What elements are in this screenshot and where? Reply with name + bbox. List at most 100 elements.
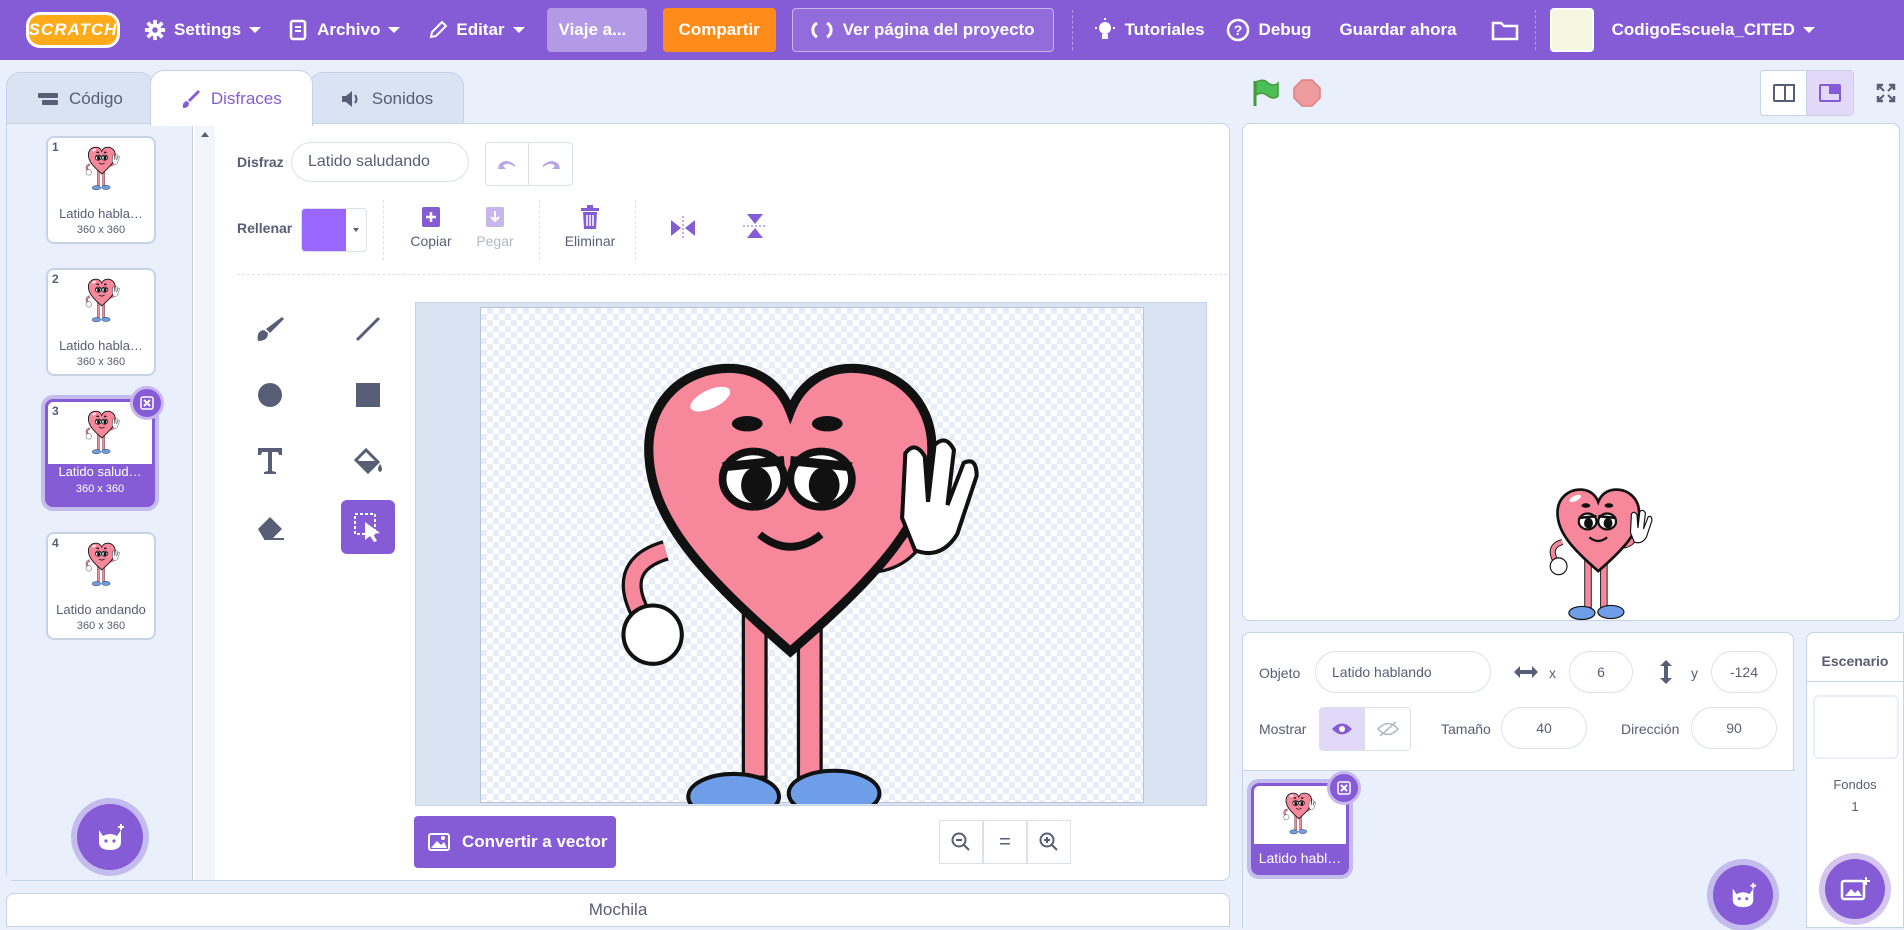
costume-thumbnail	[83, 542, 123, 588]
add-sprite-button[interactable]	[1713, 865, 1773, 925]
direction-input[interactable]: 90	[1691, 707, 1777, 749]
costume-list-scrollbar[interactable]	[195, 124, 215, 880]
undo-icon	[498, 161, 515, 169]
fill-tool[interactable]	[341, 434, 395, 488]
stop-button[interactable]	[1292, 78, 1322, 113]
add-costume-button[interactable]	[77, 804, 143, 870]
settings-menu[interactable]: Settings	[130, 0, 275, 60]
convert-to-vector-button[interactable]: Convertir a vector	[414, 816, 616, 868]
x-input[interactable]: 6	[1569, 651, 1633, 693]
chevron-down-icon	[512, 27, 525, 33]
rectangle-tool[interactable]	[341, 368, 395, 422]
copy-label: Copiar	[410, 233, 452, 249]
menu-divider	[1071, 10, 1073, 50]
stage-target-pane[interactable]: Escenario Fondos 1	[1806, 632, 1904, 928]
tutorials-button[interactable]: Tutoriales	[1083, 0, 1215, 60]
costume-number: 2	[52, 272, 59, 286]
delete-sprite-button[interactable]	[1327, 771, 1361, 805]
see-project-page-button[interactable]: Ver página del proyecto	[791, 8, 1054, 52]
stage[interactable]	[1242, 123, 1900, 621]
text-icon	[258, 448, 282, 474]
costume-item[interactable]: 4 Latido andando 360 x 360	[46, 532, 156, 640]
add-backdrop-icon	[1840, 877, 1870, 901]
sprite-thumbnail	[1280, 792, 1320, 836]
paint-editor: Disfraz Latido saludando Rellenar Copiar…	[217, 124, 1229, 880]
save-now-button[interactable]: Guardar ahora	[1321, 0, 1474, 60]
sprite-name-input[interactable]: Latido hablando	[1315, 651, 1491, 693]
tab-costumes-label: Disfraces	[210, 88, 282, 108]
gear-icon	[144, 19, 166, 41]
copy-button[interactable]: Copiar	[407, 204, 455, 249]
debug-button[interactable]: ? Debug	[1215, 0, 1322, 60]
costume-name: Latido habla…	[59, 206, 143, 221]
sprite-pane: Objeto Latido hablando x 6 y -124 Mostra…	[1242, 632, 1795, 929]
paste-button[interactable]: Pegar	[471, 204, 519, 249]
circle-tool[interactable]	[243, 368, 297, 422]
edit-menu[interactable]: Editar	[414, 0, 538, 60]
small-stage-button[interactable]	[1761, 71, 1807, 115]
green-flag-button[interactable]	[1250, 78, 1280, 113]
costume-name: Latido andando	[56, 602, 146, 617]
eraser-tool[interactable]	[243, 500, 297, 554]
costume-item[interactable]: 1 Latido habla… 360 x 360	[46, 136, 156, 244]
select-tool[interactable]	[341, 500, 395, 554]
x-position-icon	[1514, 666, 1538, 678]
paste-icon	[486, 207, 504, 227]
costume-size: 360 x 360	[76, 356, 126, 368]
delete-button[interactable]: Eliminar	[563, 204, 617, 249]
account-menu[interactable]: CodigoEscuela_CITED	[1544, 0, 1821, 60]
normal-stage-button[interactable]	[1807, 71, 1853, 115]
tab-costumes[interactable]: Disfraces	[149, 70, 313, 126]
add-backdrop-button[interactable]	[1825, 859, 1885, 919]
project-title-input[interactable]: Viaje a...	[546, 8, 647, 52]
sprite-info: Objeto Latido hablando x 6 y -124 Mostra…	[1243, 633, 1795, 771]
zoom-out-button[interactable]	[939, 820, 983, 864]
zoom-reset-button[interactable]: =	[983, 820, 1027, 864]
costume-number: 4	[52, 536, 59, 550]
delete-costume-button[interactable]	[130, 386, 164, 420]
text-tool[interactable]	[243, 434, 297, 488]
costume-size: 360 x 360	[76, 224, 126, 236]
menu-bar: SCRATCH Settings Archivo Editar Viaje a.…	[0, 0, 1904, 60]
show-label: Mostrar	[1259, 721, 1307, 737]
divider	[1807, 681, 1903, 682]
sprite-on-stage[interactable]	[1507, 486, 1697, 626]
fill-color-picker[interactable]	[301, 208, 367, 252]
stage-size-toggle	[1760, 70, 1854, 116]
convert-label: Convertir a vector	[462, 832, 608, 851]
brush-tool[interactable]	[243, 302, 297, 356]
redo-icon	[542, 161, 560, 169]
file-menu[interactable]: Archivo	[275, 0, 414, 60]
costume-thumbnail	[83, 146, 123, 192]
backpack-bar[interactable]: Mochila	[6, 893, 1230, 927]
fill-label: Rellenar	[237, 220, 293, 236]
normal-stage-icon	[1819, 84, 1841, 102]
fullscreen-button[interactable]	[1866, 70, 1904, 116]
flip-vertical-icon	[743, 214, 767, 238]
zoom-in-button[interactable]	[1027, 820, 1071, 864]
y-input[interactable]: -124	[1711, 651, 1777, 693]
scratch-logo[interactable]: SCRATCH	[26, 12, 120, 48]
line-tool[interactable]	[341, 302, 395, 356]
costume-item[interactable]: 2 Latido habla… 360 x 360	[46, 268, 156, 376]
size-input[interactable]: 40	[1501, 707, 1587, 749]
redo-button[interactable]	[529, 143, 572, 185]
scroll-up-arrow[interactable]	[201, 132, 209, 137]
my-stuff-button[interactable]	[1475, 0, 1535, 60]
undo-button[interactable]	[486, 143, 530, 185]
fill-dropdown[interactable]	[346, 209, 366, 251]
y-label: y	[1691, 665, 1698, 681]
debug-label: Debug	[1258, 20, 1312, 39]
tab-code[interactable]: Código	[6, 72, 154, 124]
tab-sounds[interactable]: Sonidos	[308, 72, 465, 124]
flip-vertical-button[interactable]	[743, 212, 767, 245]
costume-name-input[interactable]: Latido saludando	[291, 142, 469, 182]
paint-canvas[interactable]	[480, 307, 1144, 803]
edit-label: Editar	[456, 20, 505, 39]
select-cursor-icon	[354, 513, 380, 542]
share-button[interactable]: Compartir	[662, 8, 776, 52]
hide-sprite-button[interactable]	[1365, 708, 1410, 750]
sprite-tile-name: Latido habl…	[1258, 850, 1342, 866]
flip-horizontal-button[interactable]	[669, 216, 697, 245]
show-sprite-button[interactable]	[1320, 708, 1366, 750]
